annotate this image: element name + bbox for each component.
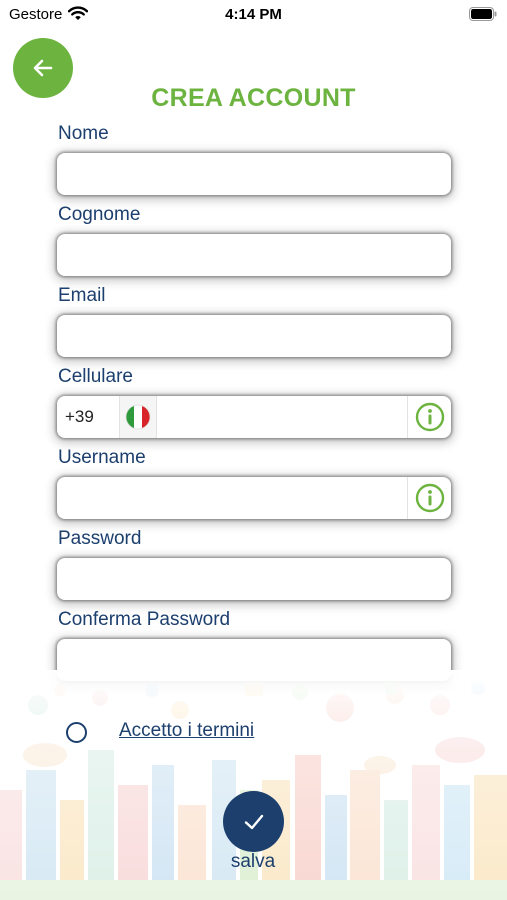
password-label: Password [58,528,142,549]
save-button[interactable] [223,791,284,852]
cellulare-info-button[interactable] [407,396,451,438]
terms-link[interactable]: Accetto i termini [119,720,254,742]
cellulare-field-container: +39 [57,396,451,438]
info-icon [415,483,444,513]
italy-flag-icon [125,404,151,430]
cellulare-input[interactable] [158,396,406,438]
username-label: Username [58,447,146,468]
username-info-button[interactable] [407,477,451,519]
conferma-password-label: Conferma Password [58,609,231,630]
username-field-container [57,477,451,519]
email-input[interactable] [57,315,451,357]
cellulare-label: Cellulare [58,366,133,387]
status-time: 4:14 PM [225,6,282,23]
email-label: Email [58,285,106,306]
nome-input[interactable] [57,153,451,195]
nome-field-container [57,153,451,195]
cognome-input[interactable] [57,234,451,276]
info-icon [415,402,444,432]
cognome-field-container [57,234,451,276]
status-bar: Gestore 4:14 PM [0,0,507,30]
country-selector[interactable] [119,396,157,438]
email-field-container [57,315,451,357]
country-prefix[interactable]: +39 [65,407,94,427]
save-label[interactable]: salva [203,851,303,873]
checkmark-icon [244,814,263,829]
terms-radio[interactable] [66,722,87,743]
password-input[interactable] [57,558,451,600]
page-title: CREA ACCOUNT [151,84,356,112]
back-arrow-icon [33,59,53,77]
battery-icon [469,7,497,26]
password-field-container [57,558,451,600]
username-input[interactable] [57,477,407,519]
nome-label: Nome [58,123,109,144]
cognome-label: Cognome [58,204,141,225]
